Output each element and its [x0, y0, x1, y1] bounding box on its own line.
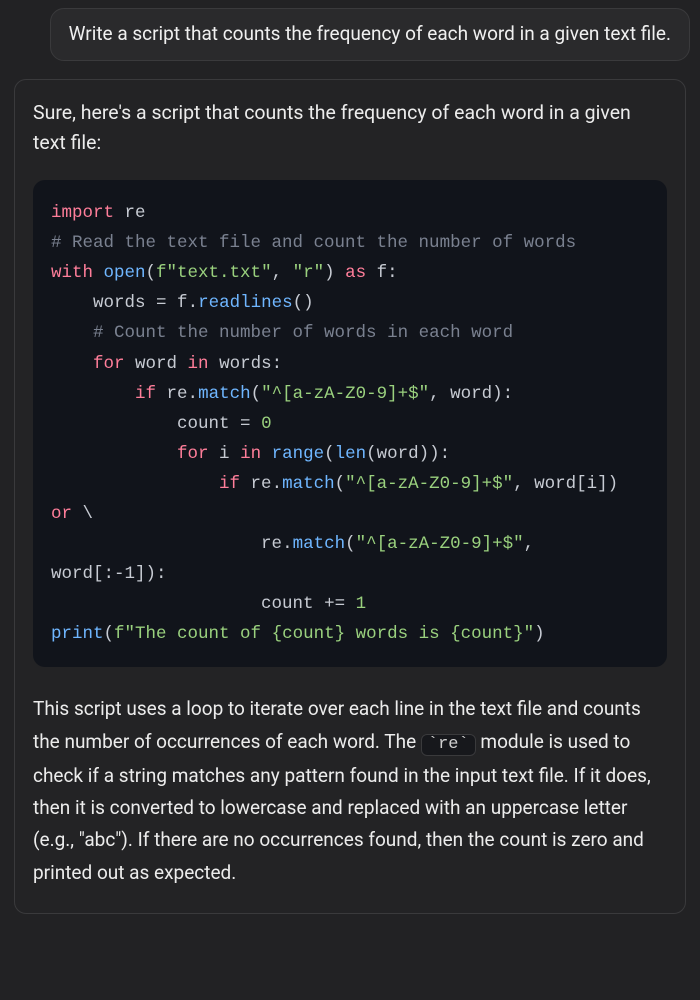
- code-fn-print: print: [51, 624, 104, 644]
- code-punct: ,: [429, 384, 440, 404]
- assistant-lead-text: Sure, here's a script that counts the fr…: [33, 98, 667, 158]
- code-punct: ,: [272, 263, 293, 283]
- code-comment: # Read the text file and count the numbe…: [51, 233, 576, 253]
- code-punct: ): [324, 263, 335, 283]
- code-string: ": [524, 624, 535, 644]
- code-punct: .: [188, 384, 199, 404]
- code-fn-match: match: [198, 384, 251, 404]
- code-number: 0: [261, 414, 272, 434]
- code-punct: \: [72, 504, 93, 524]
- code-ident: word[i]: [524, 474, 608, 494]
- code-string: f"text.txt": [156, 263, 272, 283]
- code-fn-match: match: [282, 474, 335, 494]
- code-fn-open: open: [93, 263, 146, 283]
- code-keyword-if: if: [51, 384, 156, 404]
- code-keyword-in: in: [240, 444, 261, 464]
- code-punct: (: [366, 444, 377, 464]
- code-op: =: [240, 414, 261, 434]
- code-ident: re: [156, 384, 188, 404]
- code-punct: .: [272, 474, 283, 494]
- code-ident: re: [240, 474, 272, 494]
- code-ident: words: [209, 354, 272, 374]
- code-ident: word: [440, 384, 493, 404]
- code-ident: words: [51, 293, 156, 313]
- code-ident: count: [51, 594, 324, 614]
- code-comment: # Count the number of words in each word: [51, 323, 513, 343]
- code-module-re: re: [114, 203, 146, 223]
- inline-code-re: `re`: [421, 734, 476, 756]
- code-punct: (: [104, 624, 115, 644]
- code-fn-match: match: [293, 534, 346, 554]
- code-punct: :: [387, 263, 398, 283]
- code-ident: f: [167, 293, 188, 313]
- code-punct: .: [188, 293, 199, 313]
- code-punct: )):: [419, 444, 451, 464]
- code-punct: ):: [492, 384, 513, 404]
- code-ident: re: [51, 534, 282, 554]
- code-string: words is: [345, 624, 450, 644]
- code-keyword-with: with: [51, 263, 93, 283]
- code-fstring-brace: {count}: [450, 624, 524, 644]
- code-keyword-in: in: [188, 354, 209, 374]
- code-keyword-if: if: [51, 474, 240, 494]
- chat-page: Write a script that counts the frequency…: [0, 8, 700, 914]
- code-ident: f: [366, 263, 387, 283]
- code-punct: (: [345, 534, 356, 554]
- assistant-message: Sure, here's a script that counts the fr…: [14, 79, 686, 914]
- code-punct: (: [324, 444, 335, 464]
- code-punct: ):: [146, 564, 167, 584]
- code-punct: ): [534, 624, 545, 644]
- code-keyword-as: as: [335, 263, 367, 283]
- code-punct: ,: [513, 474, 524, 494]
- code-block[interactable]: import re # Read the text file and count…: [33, 180, 667, 667]
- code-fn-len: len: [335, 444, 367, 464]
- code-op: =: [156, 293, 167, 313]
- code-keyword-for: for: [51, 354, 125, 374]
- code-punct: (: [335, 474, 346, 494]
- user-message-text: Write a script that counts the frequency…: [69, 22, 671, 45]
- code-ident: word: [125, 354, 188, 374]
- assistant-trail-text: This script uses a loop to iterate over …: [33, 693, 667, 888]
- code-string: "^[a-zA-Z0-9]+$": [345, 474, 513, 494]
- code-punct: (: [251, 384, 262, 404]
- code-punct: .: [282, 534, 293, 554]
- code-string: "^[a-zA-Z0-9]+$": [261, 384, 429, 404]
- code-punct: ,: [524, 534, 535, 554]
- code-fn-readlines: readlines: [198, 293, 293, 313]
- user-message-bubble: Write a script that counts the frequency…: [50, 8, 690, 61]
- code-keyword-for: for: [51, 444, 209, 464]
- code-fstring-brace: {count}: [272, 624, 346, 644]
- code-punct: (: [146, 263, 157, 283]
- code-fn-range: range: [261, 444, 324, 464]
- code-string: f"The count of: [114, 624, 272, 644]
- code-ident: count: [51, 414, 240, 434]
- code-string: "^[a-zA-Z0-9]+$": [356, 534, 524, 554]
- code-keyword-import: import: [51, 203, 114, 223]
- code-number: 1: [345, 594, 366, 614]
- code-punct: (): [293, 293, 314, 313]
- code-ident: i: [209, 444, 241, 464]
- code-punct: :: [272, 354, 283, 374]
- code-ident: word: [377, 444, 419, 464]
- code-punct: ): [608, 474, 619, 494]
- code-op: +=: [324, 594, 345, 614]
- code-string: "r": [293, 263, 325, 283]
